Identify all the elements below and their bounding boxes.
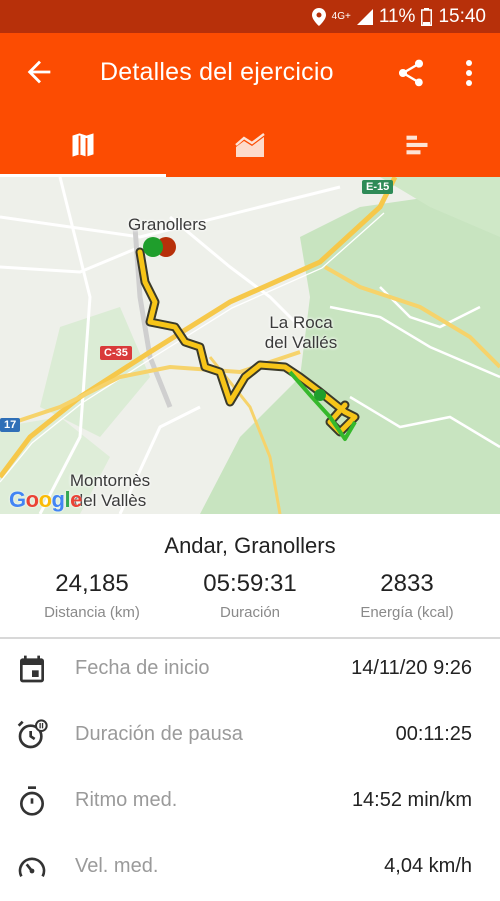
route-map[interactable]: E-15 C-35 17 Granollers La Roca del Vall… <box>0 177 500 514</box>
detail-value: 14/11/20 9:26 <box>351 657 472 679</box>
map-canvas <box>0 177 500 514</box>
battery-icon <box>421 8 433 26</box>
tab-bar <box>0 113 500 177</box>
status-indicators: 4G+ 11% 15:40 <box>311 6 486 28</box>
map-label-la-roca-line1: La Roca <box>269 313 333 332</box>
bars-icon <box>406 135 428 155</box>
share-icon[interactable] <box>395 57 427 89</box>
signal-icon <box>356 9 373 25</box>
map-label-la-roca: La Roca del Vallés <box>262 313 340 353</box>
map-label-granollers: Granollers <box>128 215 207 234</box>
stat-distance-label: Distancia (km) <box>44 604 140 621</box>
activity-summary: Andar, Granollers 24,185 Distancia (km) … <box>0 514 500 638</box>
detail-label: Vel. med. <box>75 855 159 877</box>
detail-row-avg-pace: Ritmo med. 14:52 min/km <box>0 769 500 835</box>
map-icon <box>72 133 94 157</box>
back-arrow-icon[interactable] <box>22 55 56 89</box>
stopwatch-icon <box>20 786 44 816</box>
map-label-la-roca-line2: del Vallés <box>264 333 338 352</box>
road-badge-c35: C-35 <box>100 346 132 360</box>
page-title: Detalles del ejercicio <box>100 58 334 86</box>
detail-label: Fecha de inicio <box>75 657 210 679</box>
stat-energy-label: Energía (kcal) <box>360 604 454 621</box>
detail-row-pause-duration: Duración de pausa 00:11:25 <box>0 703 500 769</box>
detail-row-start-date: Fecha de inicio 14/11/20 9:26 <box>0 637 500 703</box>
tab-chart[interactable] <box>167 113 333 177</box>
tab-splits[interactable] <box>334 113 500 177</box>
detail-label: Duración de pausa <box>75 723 243 745</box>
stat-duration-value: 05:59:31 <box>203 570 297 597</box>
stat-duration-label: Duración <box>219 604 281 621</box>
stat-energy-value: 2833 <box>380 570 434 597</box>
detail-label: Ritmo med. <box>75 789 178 811</box>
tab-map[interactable] <box>0 113 166 177</box>
activity-title: Andar, Granollers <box>164 533 336 558</box>
road-badge-e15: E-15 <box>362 180 394 194</box>
stat-duration: 05:59:31 Duración <box>167 570 333 621</box>
more-vert-icon[interactable] <box>457 57 481 89</box>
speedometer-icon <box>18 857 46 877</box>
clock: 15:40 <box>438 6 486 27</box>
status-bar: 4G+ 11% 15:40 <box>0 0 500 33</box>
location-icon <box>311 8 326 26</box>
pause-timer-icon <box>17 719 48 749</box>
area-chart-icon <box>235 133 265 157</box>
road-badge-17: 17 <box>0 418 21 432</box>
stat-distance-value: 24,185 <box>55 570 129 597</box>
detail-row-avg-speed: Vel. med. 4,04 km/h <box>0 835 500 901</box>
stat-energy: 2833 Energía (kcal) <box>324 570 490 621</box>
app-bar: Detalles del ejercicio <box>0 33 500 113</box>
detail-value: 00:11:25 <box>395 723 472 745</box>
detail-value: 14:52 min/km <box>351 789 472 811</box>
google-logo: Google <box>9 487 82 512</box>
calendar-icon <box>20 655 44 683</box>
stat-distance: 24,185 Distancia (km) <box>9 570 175 621</box>
network-type: 4G+ <box>331 11 351 22</box>
detail-value: 4,04 km/h <box>384 855 472 877</box>
battery-percent: 11% <box>378 6 416 27</box>
